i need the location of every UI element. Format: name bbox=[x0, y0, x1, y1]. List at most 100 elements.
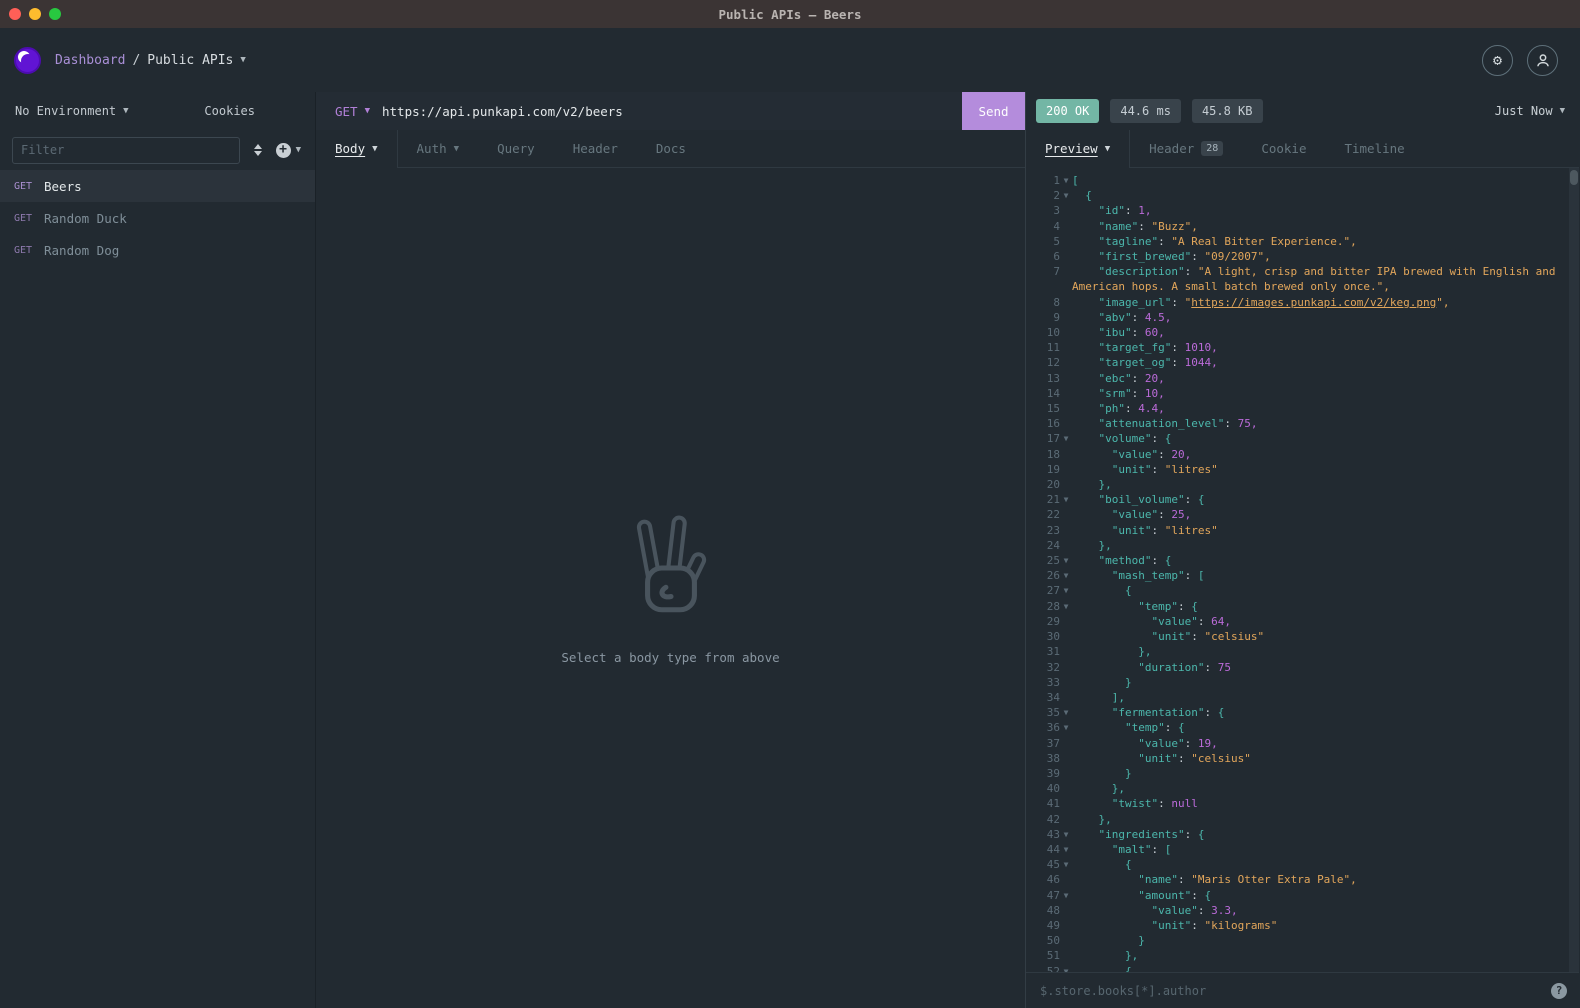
fold-caret-icon[interactable]: ▼ bbox=[1060, 964, 1072, 972]
fold-spacer bbox=[1060, 690, 1072, 705]
send-button[interactable]: Send bbox=[962, 92, 1025, 130]
account-button[interactable] bbox=[1527, 45, 1558, 76]
code-content: "temp": { bbox=[1072, 599, 1579, 614]
fold-caret-icon[interactable]: ▼ bbox=[1060, 720, 1072, 735]
code-content: "volume": { bbox=[1072, 431, 1579, 446]
line-number: 14 bbox=[1026, 386, 1060, 401]
code-content: "abv": 4.5, bbox=[1072, 310, 1579, 325]
request-tab-query[interactable]: Query bbox=[478, 130, 554, 167]
code-line: 18 "value": 20, bbox=[1026, 447, 1579, 462]
request-tab-docs[interactable]: Docs bbox=[637, 130, 705, 167]
url-bar: GET ▼ https://api.punkapi.com/v2/beers S… bbox=[316, 92, 1025, 130]
fold-caret-icon[interactable]: ▼ bbox=[1060, 599, 1072, 614]
code-line: 1▼[ bbox=[1026, 173, 1579, 188]
line-number: 39 bbox=[1026, 766, 1060, 781]
response-history-dropdown[interactable]: Just Now ▼ bbox=[1495, 104, 1565, 118]
fold-spacer bbox=[1060, 629, 1072, 644]
fold-spacer bbox=[1060, 249, 1072, 264]
line-number: 42 bbox=[1026, 812, 1060, 827]
fold-caret-icon[interactable]: ▼ bbox=[1060, 842, 1072, 857]
code-content: }, bbox=[1072, 781, 1579, 796]
code-content: "ibu": 60, bbox=[1072, 325, 1579, 340]
fold-spacer bbox=[1060, 462, 1072, 477]
code-content: "ph": 4.4, bbox=[1072, 401, 1579, 416]
fold-spacer bbox=[1060, 219, 1072, 234]
workspace-dropdown-caret-icon[interactable]: ▼ bbox=[240, 55, 245, 65]
fold-caret-icon[interactable]: ▼ bbox=[1060, 173, 1072, 188]
fold-spacer bbox=[1060, 507, 1072, 522]
request-tab-header[interactable]: Header bbox=[554, 130, 637, 167]
code-content: "mash_temp": [ bbox=[1072, 568, 1579, 583]
fold-spacer bbox=[1060, 903, 1072, 918]
code-line: 38 "unit": "celsius" bbox=[1026, 751, 1579, 766]
app-window: Public APIs – Beers Dashboard / Public A… bbox=[0, 0, 1580, 1008]
line-number: 13 bbox=[1026, 371, 1060, 386]
line-number: 18 bbox=[1026, 447, 1060, 462]
fold-caret-icon[interactable]: ▼ bbox=[1060, 492, 1072, 507]
scrollbar-thumb[interactable] bbox=[1570, 170, 1578, 185]
response-status-bar: 200 OK 44.6 ms 45.8 KB Just Now ▼ bbox=[1026, 92, 1579, 130]
fold-spacer bbox=[1060, 675, 1072, 690]
request-tab-body[interactable]: Body▼ bbox=[316, 130, 398, 167]
line-number: 50 bbox=[1026, 933, 1060, 948]
fold-caret-icon[interactable]: ▼ bbox=[1060, 431, 1072, 446]
fold-caret-icon[interactable]: ▼ bbox=[1060, 857, 1072, 872]
fold-caret-icon[interactable]: ▼ bbox=[1060, 827, 1072, 842]
response-tab-preview[interactable]: Preview▼ bbox=[1026, 130, 1130, 167]
fold-caret-icon[interactable]: ▼ bbox=[1060, 888, 1072, 903]
response-tab-timeline[interactable]: Timeline bbox=[1325, 130, 1423, 167]
tab-caret-icon: ▼ bbox=[372, 144, 377, 154]
fold-spacer bbox=[1060, 751, 1072, 766]
code-line: 44▼ "malt": [ bbox=[1026, 842, 1579, 857]
response-filter-input[interactable] bbox=[1040, 984, 1541, 998]
fold-caret-icon[interactable]: ▼ bbox=[1060, 568, 1072, 583]
editor-scrollbar[interactable] bbox=[1569, 168, 1579, 972]
code-content: { bbox=[1072, 188, 1579, 203]
sidebar-request-beers[interactable]: GETBeers bbox=[0, 170, 315, 202]
request-tab-auth[interactable]: Auth▼ bbox=[398, 130, 479, 167]
code-content: "image_url": "https://images.punkapi.com… bbox=[1072, 295, 1579, 310]
code-content: "value": 19, bbox=[1072, 736, 1579, 751]
code-line: 10 "ibu": 60, bbox=[1026, 325, 1579, 340]
cookies-button[interactable]: Cookies bbox=[204, 104, 255, 118]
line-number: 20 bbox=[1026, 477, 1060, 492]
fold-spacer bbox=[1060, 781, 1072, 796]
size-badge: 45.8 KB bbox=[1192, 99, 1263, 123]
code-content: "duration": 75 bbox=[1072, 660, 1579, 675]
settings-button[interactable]: ⚙ bbox=[1482, 45, 1513, 76]
code-line: 39 } bbox=[1026, 766, 1579, 781]
sort-icon[interactable] bbox=[254, 144, 262, 156]
sidebar-filter-input[interactable] bbox=[12, 137, 240, 164]
code-content: "ingredients": { bbox=[1072, 827, 1579, 842]
method-selector[interactable]: GET ▼ bbox=[316, 92, 382, 130]
fold-caret-icon[interactable]: ▼ bbox=[1060, 583, 1072, 598]
fold-spacer bbox=[1060, 812, 1072, 827]
code-line: 8 "image_url": "https://images.punkapi.c… bbox=[1026, 295, 1579, 310]
response-tab-cookie[interactable]: Cookie bbox=[1242, 130, 1325, 167]
code-content: "value": 64, bbox=[1072, 614, 1579, 629]
code-content: "unit": "litres" bbox=[1072, 462, 1579, 477]
response-body-viewer[interactable]: 1▼[2▼ {3 "id": 1,4 "name": "Buzz",5 "tag… bbox=[1026, 168, 1579, 972]
code-content: }, bbox=[1072, 812, 1579, 827]
environment-selector[interactable]: No Environment ▼ bbox=[15, 104, 129, 118]
help-icon[interactable]: ? bbox=[1551, 983, 1567, 999]
url-input[interactable]: https://api.punkapi.com/v2/beers bbox=[382, 92, 962, 130]
fold-spacer bbox=[1060, 614, 1072, 629]
line-number: 27 bbox=[1026, 583, 1060, 598]
create-request-button[interactable]: + ▼ bbox=[276, 143, 301, 158]
sidebar-request-random-duck[interactable]: GETRandom Duck bbox=[0, 202, 315, 234]
fold-caret-icon[interactable]: ▼ bbox=[1060, 705, 1072, 720]
fold-caret-icon[interactable]: ▼ bbox=[1060, 553, 1072, 568]
code-content: "unit": "celsius" bbox=[1072, 751, 1579, 766]
header-count-badge: 28 bbox=[1201, 141, 1223, 156]
response-tab-header[interactable]: Header28 bbox=[1130, 130, 1242, 167]
breadcrumb-dashboard-link[interactable]: Dashboard bbox=[55, 53, 125, 68]
sidebar-request-random-dog[interactable]: GETRandom Dog bbox=[0, 234, 315, 266]
create-caret-icon: ▼ bbox=[296, 145, 301, 155]
code-line: 50 } bbox=[1026, 933, 1579, 948]
code-content: "description": "A light, crisp and bitte… bbox=[1072, 264, 1579, 294]
fold-caret-icon[interactable]: ▼ bbox=[1060, 188, 1072, 203]
titlebar: Public APIs – Beers bbox=[0, 0, 1580, 28]
breadcrumb-current-workspace[interactable]: Public APIs bbox=[147, 53, 233, 68]
code-line: 6 "first_brewed": "09/2007", bbox=[1026, 249, 1579, 264]
